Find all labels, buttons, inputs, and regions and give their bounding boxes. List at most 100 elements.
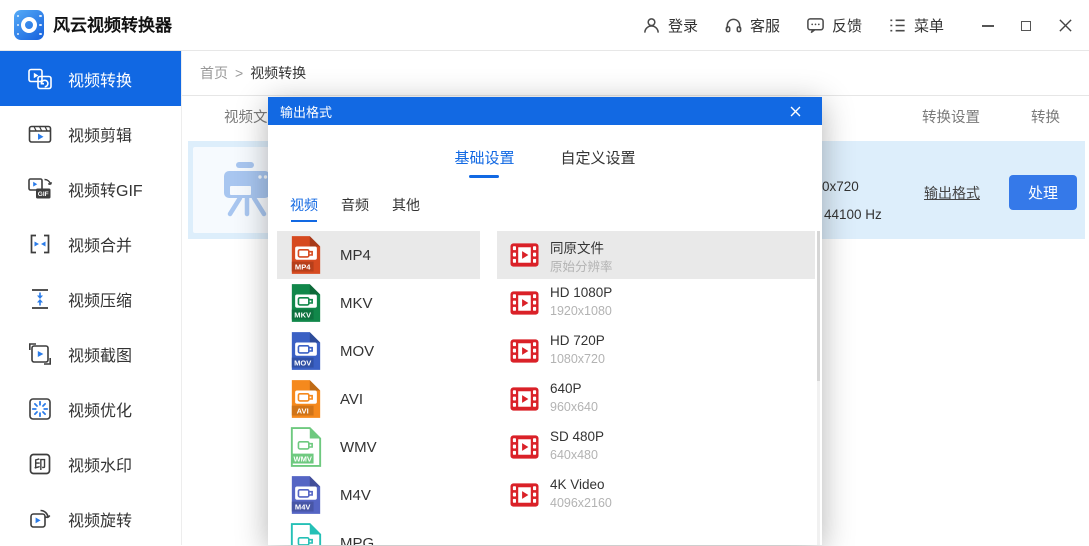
customer-service-button[interactable]: 客服 [724, 15, 780, 36]
tab-basic-settings[interactable]: 基础设置 [454, 147, 514, 178]
video-to-gif-icon: GIF [27, 176, 53, 202]
filmstrip-icon [510, 242, 539, 268]
resolution-title: HD 720P [550, 333, 605, 348]
svg-text:印: 印 [34, 457, 46, 471]
column-header-convert-settings: 转换设置 [922, 96, 980, 140]
menu-button[interactable]: 菜单 [888, 15, 944, 36]
sidebar-item-label: 视频截图 [68, 342, 132, 366]
file-resolution-text: 0x720 [822, 179, 859, 194]
close-button[interactable] [1058, 18, 1073, 33]
minimize-button[interactable] [982, 25, 994, 27]
feedback-label: 反馈 [832, 15, 862, 36]
output-format-modal: 输出格式 基础设置 自定义设置 视频 音频 其他 MP4MP4MKVMKVMOV… [268, 97, 822, 545]
modal-scrollbar[interactable] [817, 231, 820, 545]
login-button[interactable]: 登录 [642, 15, 698, 36]
format-label: WMV [340, 439, 377, 456]
close-icon [789, 105, 802, 118]
sidebar-item-optimize[interactable]: 视频优化 [0, 381, 181, 436]
sidebar: 视频转换视频剪辑 GIF 视频转GIF 视频合并视频压缩视频截图视频优化印视频水印视频… [0, 51, 182, 545]
breadcrumb: 首页 > 视频转换 [182, 51, 1089, 96]
sidebar-item-label: 视频剪辑 [68, 122, 132, 146]
resolution-item-4k-video[interactable]: 4K Video 4096x2160 [497, 471, 815, 519]
format-item-mkv[interactable]: MKVMKV [277, 279, 480, 327]
menu-label: 菜单 [914, 15, 944, 36]
video-compress-icon [27, 286, 53, 312]
resolution-item-640p[interactable]: 640P960x640 [497, 375, 815, 423]
resolution-subtitle: 640x480 [550, 448, 598, 462]
sidebar-item-convert[interactable]: 视频转换 [0, 51, 181, 106]
subtab-other[interactable]: 其他 [392, 195, 420, 222]
minimize-icon [982, 25, 994, 27]
user-icon [642, 16, 661, 35]
filmstrip-icon [510, 386, 539, 412]
svg-text:AVI: AVI [297, 406, 309, 415]
output-format-link[interactable]: 输出格式 [924, 183, 980, 203]
resolution-item-hd-1080p[interactable]: HD 1080P 1920x1080 [497, 279, 815, 327]
filmstrip-icon [510, 482, 539, 508]
menu-icon [888, 16, 907, 35]
resolution-item-same-as-source[interactable]: 同原文件原始分辨率 [497, 231, 815, 279]
file-format-icon: MOV [289, 331, 323, 371]
sidebar-item-compress[interactable]: 视频压缩 [0, 271, 181, 326]
video-optimize-icon [27, 396, 53, 422]
resolution-item-sd-480p[interactable]: SD 480P 640x480 [497, 423, 815, 471]
app-title: 风云视频转换器 [53, 0, 172, 51]
resolution-subtitle: 4096x2160 [550, 496, 612, 510]
format-item-wmv[interactable]: WMV WMV [277, 423, 480, 471]
tab-custom-settings[interactable]: 自定义设置 [561, 147, 636, 178]
file-format-icon: MPG [289, 523, 323, 545]
file-format-icon: M4V [289, 475, 323, 515]
resolution-subtitle: 1920x1080 [550, 304, 612, 318]
format-item-m4v[interactable]: M4V M4V [277, 471, 480, 519]
sidebar-item-screenshot[interactable]: 视频截图 [0, 326, 181, 381]
format-item-mov[interactable]: MOV MOV [277, 327, 480, 375]
format-label: AVI [340, 391, 363, 408]
file-format-icon: MP4 [289, 235, 323, 275]
filmstrip-icon [510, 338, 539, 364]
format-item-avi[interactable]: AVI AVI [277, 375, 480, 423]
format-item-mpg[interactable]: MPG MPG [277, 519, 480, 545]
breadcrumb-separator: > [235, 65, 243, 81]
modal-close-button[interactable] [789, 105, 810, 118]
login-label: 登录 [668, 15, 698, 36]
svg-text:M4V: M4V [295, 502, 311, 511]
video-screenshot-icon [27, 341, 53, 367]
video-clip-icon [27, 121, 53, 147]
sidebar-item-watermark[interactable]: 印视频水印 [0, 436, 181, 491]
resolution-title: SD 480P [550, 429, 604, 444]
svg-text:GIF: GIF [38, 191, 49, 198]
subtab-audio[interactable]: 音频 [341, 195, 369, 222]
resolution-subtitle: 原始分辨率 [550, 256, 613, 275]
maximize-icon [1021, 21, 1031, 31]
feedback-button[interactable]: 反馈 [806, 15, 862, 36]
sidebar-item-rotate[interactable]: 视频旋转 [0, 491, 181, 546]
sidebar-item-to-gif[interactable]: GIF 视频转GIF [0, 161, 181, 216]
format-label: MPG [340, 535, 374, 546]
media-subtabs: 视频 音频 其他 [290, 195, 420, 222]
breadcrumb-home[interactable]: 首页 [200, 63, 228, 83]
sidebar-item-merge[interactable]: 视频合并 [0, 216, 181, 271]
feedback-icon [806, 16, 825, 35]
scrollbar-thumb[interactable] [817, 231, 820, 381]
resolution-title: HD 1080P [550, 285, 612, 300]
file-format-icon: AVI [289, 379, 323, 419]
video-watermark-icon: 印 [27, 451, 53, 477]
subtab-video[interactable]: 视频 [290, 195, 318, 222]
resolution-subtitle: 960x640 [550, 400, 598, 414]
format-label: MP4 [340, 247, 371, 264]
video-convert-icon [27, 66, 53, 92]
process-button[interactable]: 处理 [1009, 175, 1077, 210]
sidebar-item-label: 视频转GIF [68, 177, 143, 201]
resolution-title: 4K Video [550, 477, 605, 492]
maximize-button[interactable] [1021, 21, 1031, 31]
titlebar: 风云视频转换器 登录 客服 反馈 菜单 [0, 0, 1089, 51]
sidebar-item-label: 视频转换 [68, 67, 132, 91]
resolution-item-hd-720p[interactable]: HD 720P1080x720 [497, 327, 815, 375]
sidebar-item-clip[interactable]: 视频剪辑 [0, 106, 181, 161]
format-label: MOV [340, 343, 374, 360]
breadcrumb-current: 视频转换 [250, 63, 306, 83]
format-item-mp4[interactable]: MP4 MP4 [277, 231, 480, 279]
file-format-icon: WMV [289, 427, 323, 467]
format-label: M4V [340, 487, 371, 504]
svg-text:MP4: MP4 [295, 262, 311, 271]
